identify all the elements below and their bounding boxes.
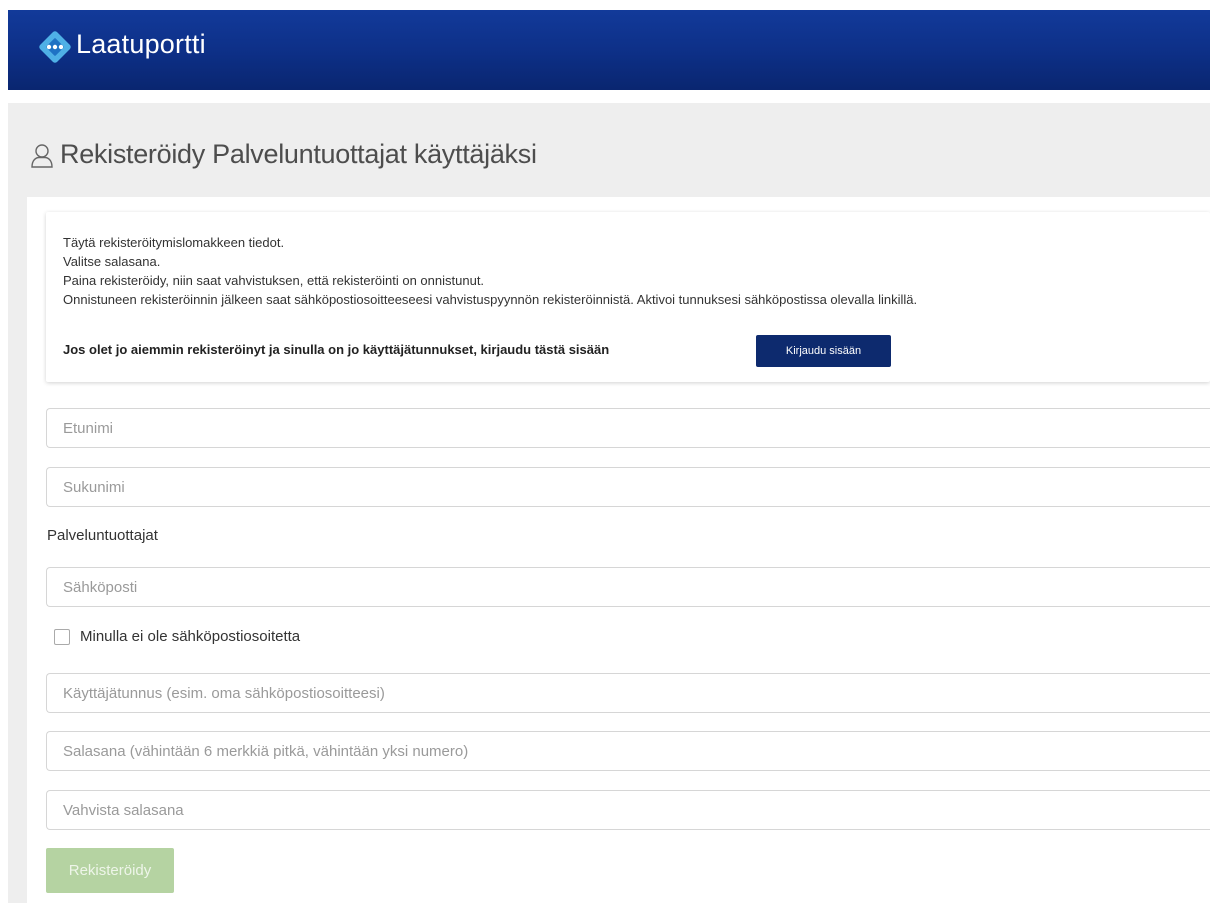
info-line: Täytä rekisteröitymislomakkeen tiedot. (63, 235, 285, 250)
no-email-label[interactable]: Minulla ei ole sähköpostiosoitetta (80, 628, 300, 645)
info-line: Paina rekisteröidy, niin saat vahvistuks… (63, 273, 485, 288)
login-prompt: Jos olet jo aiemmin rekisteröinyt ja sin… (63, 342, 610, 357)
info-line: Onnistuneen rekisteröinnin jälkeen saat … (63, 292, 918, 307)
app-header: Laatuportti (8, 10, 1210, 90)
user-icon (31, 144, 53, 168)
login-button[interactable]: Kirjaudu sisään (756, 335, 891, 367)
page-title-band: Rekisteröidy Palveluntuottajat käyttäjäk… (8, 103, 1210, 197)
diamond-dots-icon[interactable] (38, 30, 72, 64)
register-button[interactable]: Rekisteröidy (46, 848, 174, 893)
email-input[interactable] (46, 567, 1210, 607)
page-title: Rekisteröidy Palveluntuottajat käyttäjäk… (60, 139, 537, 169)
info-panel: Täytä rekisteröitymislomakkeen tiedot. V… (46, 212, 1210, 382)
left-margin-strip (8, 197, 27, 903)
last-name-input[interactable] (46, 467, 1210, 507)
password-input[interactable] (46, 731, 1210, 771)
username-input[interactable] (46, 673, 1210, 713)
brand-name[interactable]: Laatuportti (76, 29, 206, 60)
first-name-input[interactable] (46, 408, 1210, 448)
info-line: Valitse salasana. (63, 254, 161, 269)
no-email-checkbox[interactable] (54, 629, 70, 645)
confirm-password-input[interactable] (46, 790, 1210, 830)
organization-label: Palveluntuottajat (47, 527, 158, 544)
